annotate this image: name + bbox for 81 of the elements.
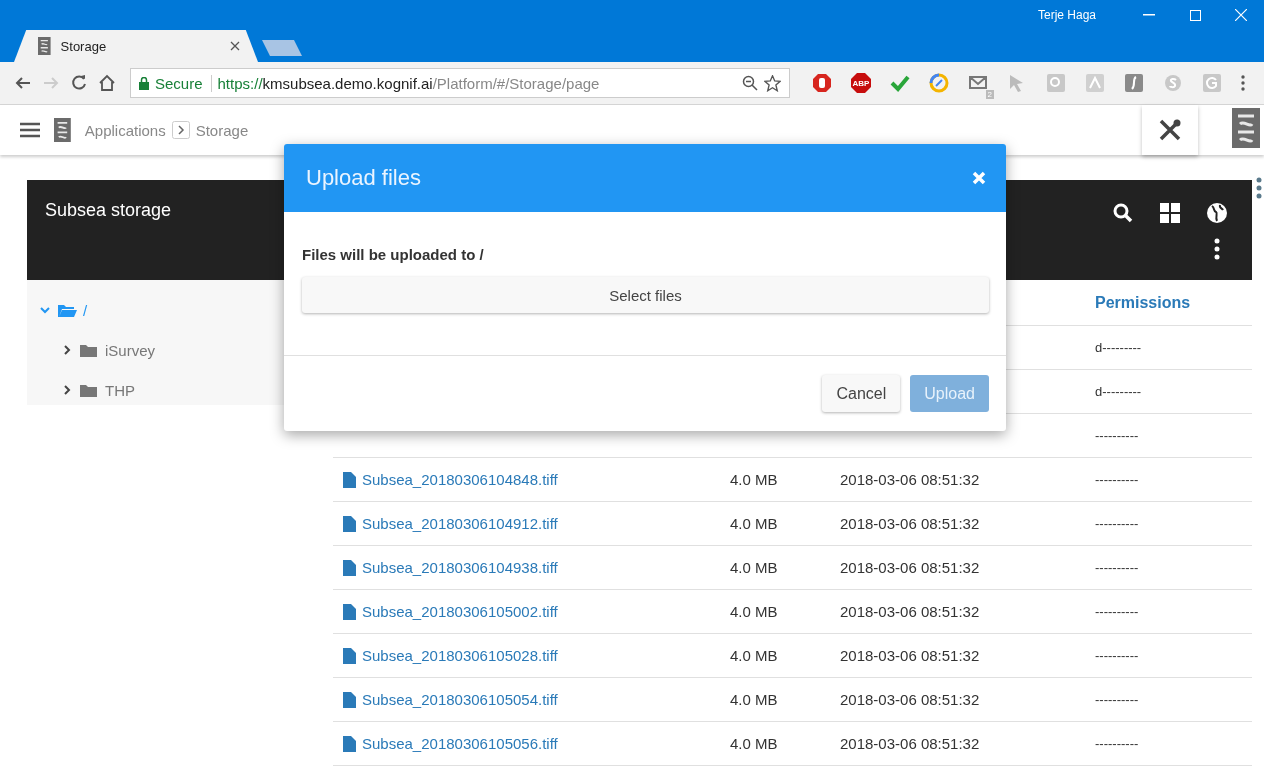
chevron-right-icon[interactable]: [61, 344, 73, 356]
date-cell-text: 2018-03-06 08:51:32: [839, 647, 981, 664]
browser-tab[interactable]: Storage: [14, 30, 258, 62]
chevron-right-icon: [171, 121, 190, 139]
permissions-cell-text: ----------: [1094, 560, 1140, 575]
cancel-button[interactable]: Cancel: [822, 375, 901, 412]
date-cell-text: 2018-03-06 08:51:32: [839, 471, 981, 488]
new-tab-button[interactable]: [262, 40, 302, 56]
profile-name[interactable]: Terje Haga: [1037, 8, 1096, 22]
date-cell-text: 2018-03-06 08:51:32: [839, 559, 981, 576]
file-icon: [343, 515, 356, 532]
date-cell-text: 2018-03-06 08:51:32: [839, 515, 981, 532]
file-link[interactable]: Subsea_20180306104938.tiff: [333, 559, 720, 576]
secure-label: Secure: [155, 74, 212, 92]
chevron-right-icon[interactable]: [61, 384, 73, 396]
permissions-cell-text: ----------: [1094, 472, 1140, 487]
tab-logo-icon: [38, 37, 51, 55]
upload-message: Files will be uploaded to /: [302, 246, 485, 263]
permissions-cell-text: ----------: [1094, 428, 1140, 443]
lock-icon: [139, 76, 149, 90]
dialog-title: Upload files: [306, 165, 422, 191]
compass-icon[interactable]: [929, 73, 949, 93]
file-link[interactable]: Subsea_20180306105028.tiff: [333, 647, 720, 664]
size-cell-text: 4.0 MB: [729, 471, 779, 488]
file-link[interactable]: Subsea_20180306105002.tiff: [333, 603, 720, 620]
close-icon[interactable]: [230, 41, 240, 51]
breadcrumb-item[interactable]: Storage: [195, 121, 249, 139]
file-link[interactable]: Subsea_20180306104848.tiff: [333, 471, 720, 488]
checkmark-icon[interactable]: [890, 73, 910, 93]
file-icon: [343, 559, 356, 576]
size-cell-text: 4.0 MB: [729, 735, 779, 752]
permissions-cell-text: ----------: [1094, 516, 1140, 531]
column-header[interactable]: Permissions: [1085, 293, 1252, 312]
breadcrumb-item[interactable]: Applications: [84, 121, 166, 139]
grid-icon[interactable]: [1159, 202, 1181, 224]
permissions-cell-text: d---------: [1094, 340, 1143, 355]
reload-icon[interactable]: [70, 74, 88, 92]
script-icon[interactable]: [1124, 73, 1144, 93]
adblock-icon[interactable]: ABP: [851, 73, 871, 93]
file-icon: [343, 735, 356, 752]
tools-icon: [1158, 118, 1182, 142]
size-cell-text: 4.0 MB: [729, 515, 779, 532]
app-logo-icon: [54, 118, 71, 142]
tree-item[interactable]: iSurvey: [27, 330, 333, 370]
url-text: https://kmsubsea.demo.kognif.ai/Platform/#/Storage/page: [217, 74, 601, 92]
size-cell-text: 4.0 MB: [729, 559, 779, 576]
date-cell-text: 2018-03-06 08:51:32: [839, 735, 981, 752]
tools-button[interactable]: [1142, 105, 1198, 155]
globe-icon[interactable]: [1206, 202, 1228, 224]
address-bar[interactable]: Secure https://kmsubsea.demo.kognif.ai/Platform/#/Storage/page: [130, 68, 790, 98]
storage-title: Subsea storage: [45, 200, 172, 221]
permissions-cell-text: ----------: [1094, 604, 1140, 619]
permissions-cell-text: ----------: [1094, 692, 1140, 707]
permissions-cell-text: ----------: [1094, 736, 1140, 751]
menu-icon[interactable]: [20, 122, 40, 138]
home-icon[interactable]: [98, 74, 116, 92]
menu-dots-icon[interactable]: [1241, 75, 1245, 91]
size-cell-text: 4.0 MB: [729, 647, 779, 664]
permissions-cell-text: d---------: [1094, 384, 1143, 399]
chevron-down-icon[interactable]: [39, 304, 51, 316]
date-cell-text: 2018-03-06 08:51:32: [839, 603, 981, 620]
mail-count: 2: [985, 90, 994, 99]
size-cell-text: 4.0 MB: [729, 603, 779, 620]
file-icon: [343, 691, 356, 708]
file-icon: [343, 603, 356, 620]
file-icon: [343, 471, 356, 488]
file-link[interactable]: Subsea_20180306105054.tiff: [333, 691, 720, 708]
stop-hand-icon[interactable]: [812, 73, 832, 93]
select-files-button[interactable]: Select files: [302, 277, 989, 313]
file-link[interactable]: Subsea_20180306104912.tiff: [333, 515, 720, 532]
zoom-out-icon[interactable]: [742, 75, 758, 91]
permissions-cell-text: ----------: [1094, 648, 1140, 663]
file-icon: [343, 647, 356, 664]
maximize-icon[interactable]: [1189, 9, 1201, 21]
date-cell-text: 2018-03-06 08:51:32: [839, 691, 981, 708]
file-link[interactable]: Subsea_20180306105056.tiff: [333, 735, 720, 752]
search-icon[interactable]: [1112, 202, 1134, 224]
user-logo-icon: [1232, 108, 1260, 148]
size-cell-text: 4.0 MB: [729, 691, 779, 708]
tree-item[interactable]: THP: [27, 370, 333, 410]
star-icon[interactable]: [764, 74, 781, 92]
